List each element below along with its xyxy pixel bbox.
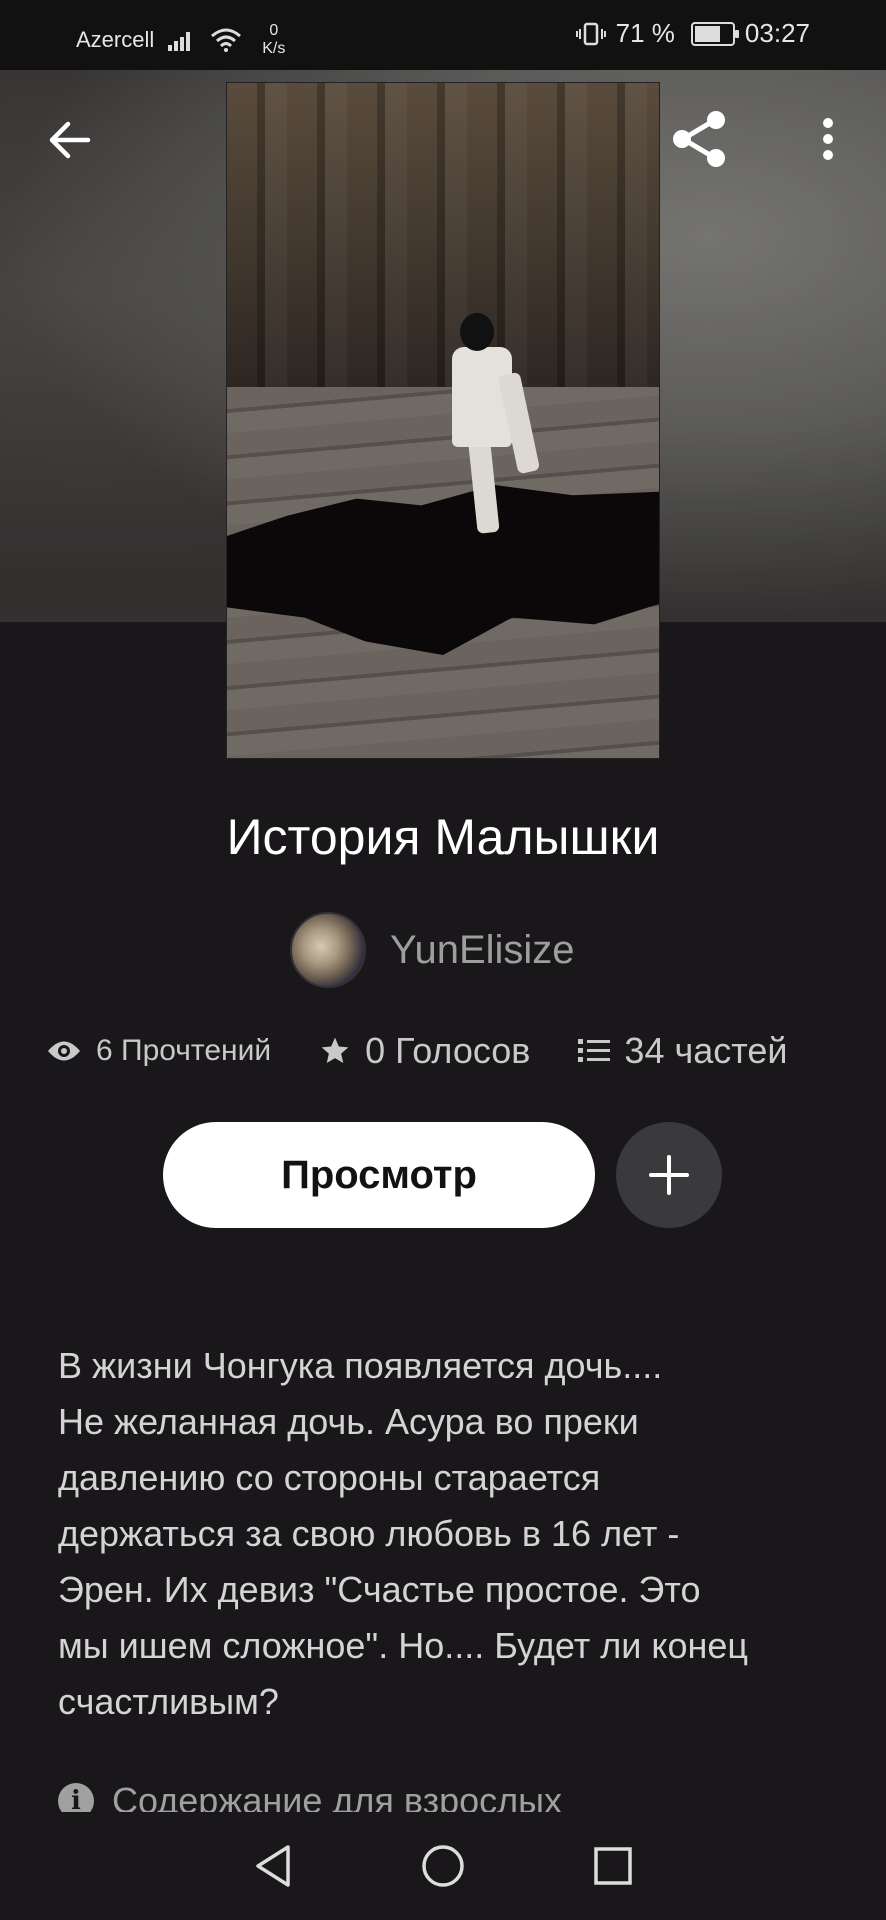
parts-count: 34 частей	[578, 1030, 787, 1072]
plus-icon	[649, 1155, 689, 1195]
carrier-name: Azercell	[76, 27, 155, 52]
star-icon	[321, 1037, 349, 1063]
votes-count: 0 Голосов	[319, 1030, 530, 1072]
add-to-library-button[interactable]	[616, 1122, 722, 1228]
vibrate-icon	[575, 22, 606, 45]
back-button[interactable]	[40, 110, 100, 170]
battery-icon	[690, 21, 739, 46]
more-vertical-icon	[823, 118, 833, 160]
list-icon	[578, 1039, 611, 1062]
system-nav-bar	[0, 1812, 886, 1920]
story-stats: 6 Прочтений 0 Голосов 34 частей	[46, 1030, 846, 1072]
battery-percent: 71 %	[615, 18, 675, 48]
triangle-back-icon	[256, 1845, 290, 1887]
share-button[interactable]	[668, 104, 732, 174]
story-title: История Малышки	[226, 809, 660, 865]
status-bar: Azercell 0 K/s 71 % 03:27	[0, 0, 886, 70]
author-name[interactable]: YunElisize	[390, 928, 575, 973]
share-icon	[673, 111, 725, 167]
author-link[interactable]: YunElisize	[290, 912, 575, 988]
network-speed: 0 K/s	[262, 22, 286, 57]
eye-icon	[48, 1041, 80, 1061]
author-avatar[interactable]	[290, 912, 366, 988]
circle-home-icon	[422, 1845, 464, 1887]
nav-recents-button[interactable]	[583, 1836, 643, 1896]
reads-count: 6 Прочтений	[46, 1034, 271, 1068]
wifi-icon	[211, 28, 242, 52]
signal-icon	[168, 32, 191, 51]
nav-back-button[interactable]	[243, 1836, 303, 1896]
story-cover-image	[227, 83, 659, 758]
clock: 03:27	[744, 18, 810, 48]
arrow-left-icon	[49, 121, 91, 159]
read-button[interactable]: Просмотр	[163, 1122, 595, 1228]
story-description: В жизни Чонгука появляется дочь.... Не ж…	[58, 1345, 749, 1722]
square-recents-icon	[594, 1847, 632, 1885]
nav-home-button[interactable]	[413, 1836, 473, 1896]
more-options-button[interactable]	[810, 104, 846, 174]
